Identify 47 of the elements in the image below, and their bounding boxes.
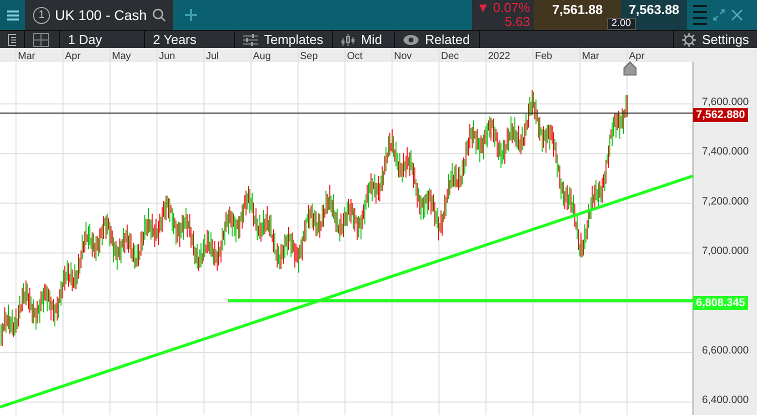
month-label: Oct — [347, 51, 363, 62]
price-label: 7,000.000 — [702, 245, 749, 257]
change-points: 5.63 — [504, 15, 530, 29]
expand-button[interactable] — [713, 9, 725, 21]
change-percent: ▼ 0.07% — [476, 1, 530, 15]
price-label: 7,200.000 — [702, 195, 749, 208]
lines-icon — [693, 4, 707, 26]
expand-icon — [713, 9, 725, 21]
candles-icon — [341, 34, 355, 46]
month-label: Mar — [18, 51, 36, 62]
price-tag: 6,808.345 — [693, 296, 748, 310]
month-label: Feb — [535, 51, 552, 62]
layout-icon — [33, 32, 49, 46]
search-icon[interactable] — [152, 8, 166, 22]
marker-icon[interactable] — [624, 61, 636, 76]
month-label: Jul — [206, 51, 219, 62]
spread-badge: 2.00 — [606, 18, 636, 30]
month-label: Dec — [441, 51, 459, 62]
month-label: Sep — [300, 51, 318, 62]
close-button[interactable] — [731, 9, 743, 21]
menu-button[interactable] — [0, 0, 25, 30]
sell-button[interactable]: 7,561.88 — [534, 0, 621, 18]
month-label: 2022 — [488, 51, 510, 62]
list-icon — [8, 34, 16, 46]
price-label: 6,600.000 — [702, 344, 749, 356]
price-label: 6,400.000 — [702, 394, 749, 406]
buy-button[interactable]: 7,563.88 — [621, 0, 687, 18]
price-label: 7,400.000 — [702, 146, 749, 158]
eye-icon — [403, 34, 419, 46]
plus-icon — [185, 9, 197, 21]
month-label: Nov — [394, 51, 412, 62]
month-label: Aug — [253, 51, 271, 62]
menu-icon — [6, 10, 18, 20]
month-label: Mar — [582, 51, 600, 62]
settings-icon — [682, 32, 696, 46]
month-label: May — [112, 51, 131, 62]
tab-number: 1 — [33, 6, 50, 24]
trend-line[interactable] — [0, 174, 694, 408]
price-tag: 7,562.880 — [693, 108, 748, 122]
price-label: 7,600.000 — [702, 96, 749, 108]
month-label: Jun — [159, 51, 176, 62]
sliders-icon — [243, 34, 258, 46]
close-icon — [731, 9, 743, 21]
instrument-title: UK 100 - Cash — [55, 7, 147, 23]
instrument-tab[interactable]: 1 UK 100 - Cash — [25, 0, 173, 30]
month-label: Apr — [629, 51, 645, 62]
month-label: Apr — [65, 51, 81, 62]
